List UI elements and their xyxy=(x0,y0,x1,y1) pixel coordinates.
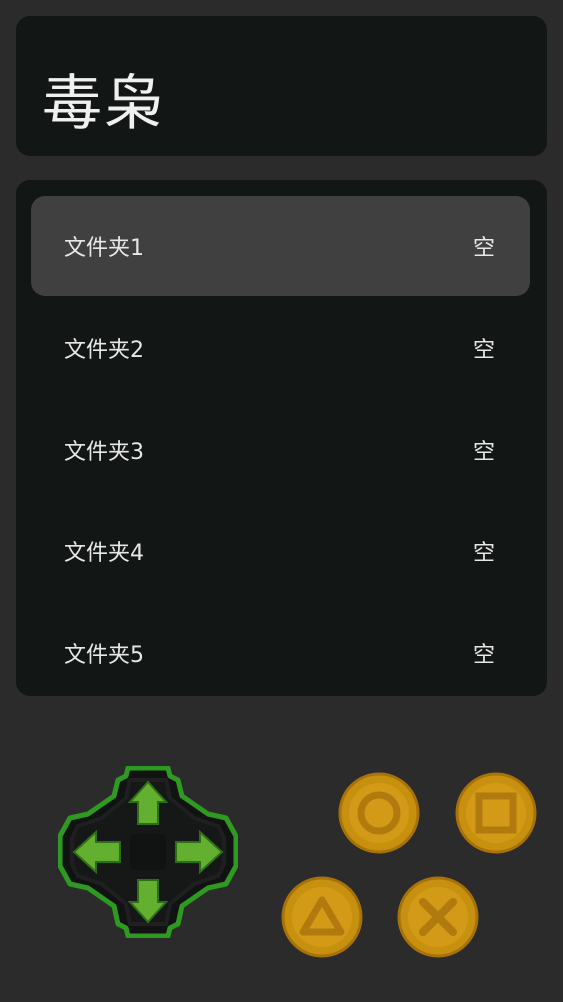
list-item-folder-5[interactable]: 文件夹5 空 xyxy=(31,603,530,703)
folder-status: 空 xyxy=(472,338,495,363)
folder-label: 文件夹3 xyxy=(64,440,144,465)
folder-label: 文件夹4 xyxy=(64,541,144,566)
folder-label: 文件夹5 xyxy=(64,643,144,668)
dpad-center xyxy=(130,834,166,870)
folder-status: 空 xyxy=(472,440,495,465)
folder-status: 空 xyxy=(472,643,495,668)
title-card: 毒枭 xyxy=(16,16,547,156)
list-item-folder-1[interactable]: 文件夹1 空 xyxy=(31,196,530,296)
folder-status: 空 xyxy=(472,541,495,566)
folder-label: 文件夹2 xyxy=(64,338,144,363)
page-title: 毒枭 xyxy=(42,69,166,139)
folder-status: 空 xyxy=(472,236,495,261)
folder-label: 文件夹1 xyxy=(64,236,144,261)
cross-button[interactable] xyxy=(397,876,479,958)
list-item-folder-2[interactable]: 文件夹2 空 xyxy=(31,298,530,398)
list-item-folder-3[interactable]: 文件夹3 空 xyxy=(31,400,530,500)
folder-list: 文件夹1 空 文件夹2 空 文件夹3 空 文件夹4 空 文件夹5 空 xyxy=(16,180,547,696)
triangle-button[interactable] xyxy=(281,876,363,958)
list-item-folder-4[interactable]: 文件夹4 空 xyxy=(31,501,530,601)
square-button[interactable] xyxy=(455,772,537,854)
circle-button[interactable] xyxy=(338,772,420,854)
dpad[interactable] xyxy=(58,766,238,938)
